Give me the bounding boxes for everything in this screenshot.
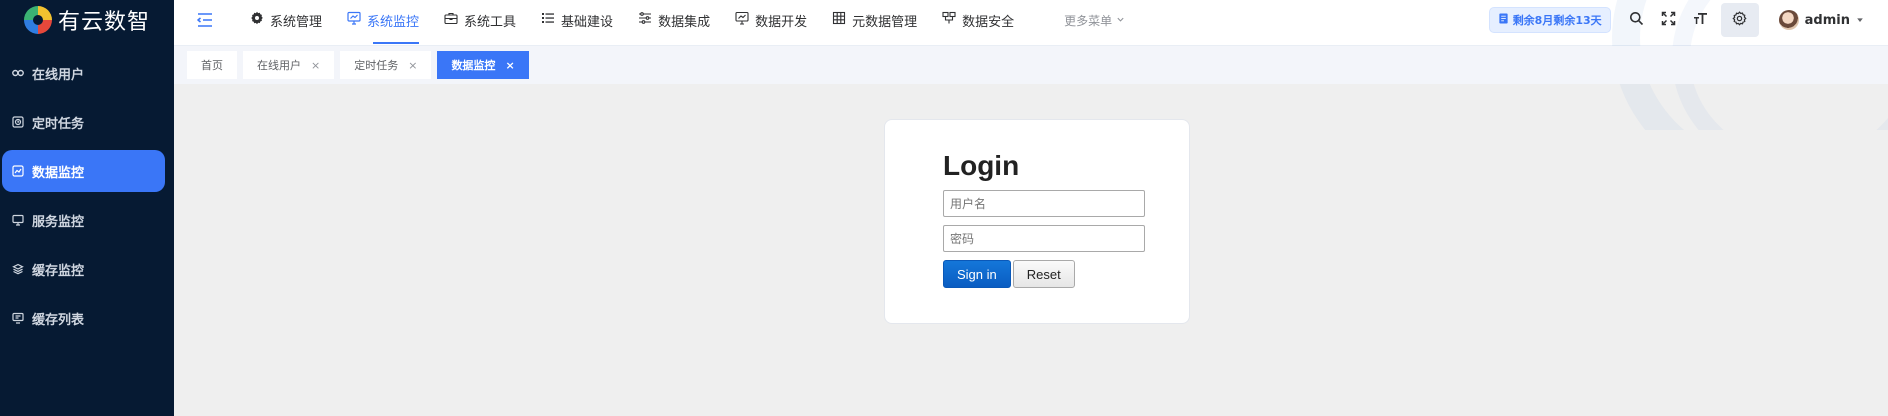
settings-button[interactable] (1720, 3, 1759, 37)
reset-button[interactable]: Reset (1012, 260, 1075, 288)
sidebar-item-label: 数据监控 (32, 165, 85, 181)
license-badge[interactable]: 剩余8月剩余13天 (1488, 7, 1611, 33)
nav-infrastructure[interactable]: 基础建设 (541, 0, 613, 40)
document-icon (1498, 13, 1509, 27)
brand-name: 有云数智 (58, 10, 151, 35)
nav-data-integration[interactable]: 数据集成 (638, 0, 710, 40)
chevron-down-icon (1116, 13, 1125, 27)
tab-data-monitor[interactable]: 数据监控 × (437, 51, 529, 79)
tab-scheduled-tasks[interactable]: 定时任务 × (340, 51, 432, 79)
screen-icon (12, 214, 24, 226)
sidebar-item-label: 在线用户 (32, 67, 85, 83)
monitor-chart-icon (12, 165, 24, 177)
nav-more-label: 更多菜单 (1064, 13, 1113, 28)
nav-label: 系统监控 (367, 14, 420, 30)
user-name: admin (1804, 12, 1850, 28)
toolbox-icon (444, 11, 458, 29)
sidebar-item-label: 缓存监控 (32, 263, 85, 279)
tab-label: 定时任务 (354, 59, 399, 72)
list-icon (541, 11, 555, 29)
login-card: Login Sign in Reset (884, 119, 1190, 324)
gear-icon (1732, 10, 1747, 30)
fullscreen-icon (1661, 11, 1676, 30)
nav-label: 元数据管理 (852, 14, 918, 30)
nav-label: 基础建设 (561, 14, 614, 30)
sidebar-item-cache-list[interactable]: 缓存列表 (2, 297, 165, 339)
search-icon (1629, 11, 1644, 30)
password-input[interactable] (943, 225, 1145, 252)
close-icon[interactable]: × (408, 59, 417, 72)
nav-label: 数据开发 (755, 14, 808, 30)
nav-system-tools[interactable]: 系统工具 (444, 0, 516, 40)
link-icon (12, 67, 24, 79)
nav-system-management[interactable]: 系统管理 (250, 0, 322, 40)
license-text: 剩余8月剩余13天 (1512, 14, 1602, 27)
sign-in-button[interactable]: Sign in (943, 260, 1011, 288)
close-icon[interactable]: × (311, 59, 320, 72)
sliders-icon (638, 11, 652, 29)
sidebar-item-cache-monitor[interactable]: 缓存监控 (2, 248, 165, 290)
sidebar-item-data-monitor[interactable]: 数据监控 (2, 150, 165, 192)
tab-home[interactable]: 首页 (187, 51, 237, 79)
user-menu[interactable]: admin (1778, 10, 1864, 30)
caret-down-icon (1856, 13, 1864, 28)
logo-icon (24, 6, 52, 34)
nav-metadata-management[interactable]: 元数据管理 (832, 0, 917, 40)
search-button[interactable] (1621, 4, 1653, 36)
sidebar-item-online-users[interactable]: 在线用户 (2, 52, 165, 94)
fullscreen-button[interactable] (1653, 4, 1685, 36)
login-title: Login (943, 150, 1020, 181)
gear-icon (250, 11, 264, 29)
sidebar-item-label: 缓存列表 (32, 312, 85, 328)
nav-system-monitor[interactable]: 系统监控 (347, 0, 420, 44)
nav-label: 系统管理 (270, 14, 323, 30)
close-icon[interactable]: × (505, 59, 514, 72)
nav-data-security[interactable]: 数据安全 (942, 0, 1014, 40)
sidebar-item-label: 服务监控 (32, 214, 85, 230)
nav-label: 系统工具 (464, 14, 517, 30)
shield-icon (942, 11, 956, 29)
sidebar-item-label: 定时任务 (32, 116, 85, 132)
sidebar-collapse-icon[interactable] (196, 12, 214, 28)
tabs-bar: 首页 在线用户 × 定时任务 × 数据监控 × (174, 46, 1888, 84)
nav-label: 数据安全 (962, 14, 1015, 30)
sidebar-menu: 在线用户 定时任务 数据监控 服务监控 缓存监控 缓存列表 (0, 52, 174, 339)
sidebar-item-service-monitor[interactable]: 服务监控 (2, 199, 165, 241)
header-actions: 剩余8月剩余13天 admin (1488, 0, 1888, 40)
sidebar: 有云数智 在线用户 定时任务 数据监控 服务监控 缓存监控 缓存列表 (0, 0, 174, 416)
font-size-button[interactable] (1685, 4, 1717, 36)
login-actions: Sign in Reset (943, 260, 1189, 288)
app-logo[interactable]: 有云数智 (0, 0, 174, 40)
monitor-icon (347, 11, 361, 29)
top-header: 系统管理 系统监控 系统工具 基础建设 数据集成 数据开发 元数据管理 数据安全… (174, 0, 1888, 130)
tab-label: 数据监控 (451, 59, 496, 72)
clock-icon (12, 116, 24, 128)
top-nav: 系统管理 系统监控 系统工具 基础建设 数据集成 数据开发 元数据管理 数据安全… (250, 0, 1125, 44)
tab-label: 在线用户 (257, 59, 301, 72)
sidebar-item-scheduled-tasks[interactable]: 定时任务 (2, 101, 165, 143)
username-input[interactable] (943, 190, 1145, 217)
tab-label: 首页 (201, 59, 223, 72)
chart-screen-icon (735, 11, 749, 29)
nav-more-menu[interactable]: 更多菜单 (1064, 12, 1125, 29)
grid-icon (832, 11, 846, 29)
font-size-icon (1693, 11, 1708, 30)
avatar (1778, 10, 1799, 30)
layers-icon (12, 263, 24, 275)
tab-online-users[interactable]: 在线用户 × (243, 51, 335, 79)
list-screen-icon (12, 312, 24, 324)
nav-data-development[interactable]: 数据开发 (735, 0, 807, 40)
nav-label: 数据集成 (658, 14, 711, 30)
